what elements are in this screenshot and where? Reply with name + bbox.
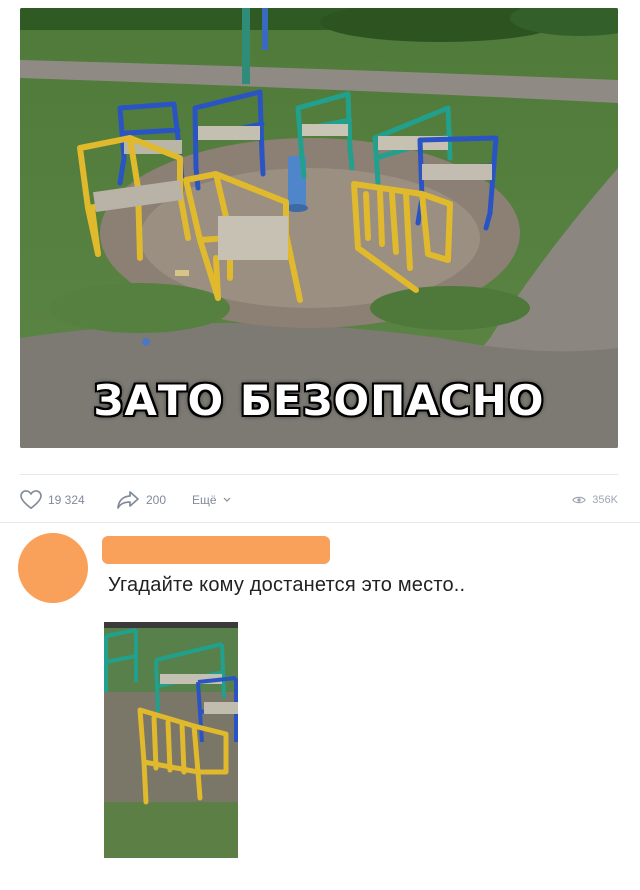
avatar[interactable] bbox=[18, 533, 88, 603]
divider bbox=[0, 522, 640, 523]
view-count: 356K bbox=[592, 494, 618, 506]
author-name-redacted[interactable] bbox=[102, 536, 330, 564]
like-count: 19 324 bbox=[48, 493, 85, 507]
chevron-down-icon bbox=[223, 497, 230, 502]
post-photo[interactable]: ЗАТО БЕЗОПАСНО bbox=[20, 8, 618, 448]
eye-icon bbox=[572, 496, 587, 504]
more-menu-button[interactable]: Ещё bbox=[192, 488, 231, 512]
post-actions-bar: 19 324 200 Ещё 356K bbox=[20, 488, 618, 512]
divider bbox=[20, 474, 618, 475]
heart-icon bbox=[20, 490, 42, 510]
like-button[interactable]: 19 324 bbox=[20, 488, 85, 512]
meme-caption: ЗАТО БЕЗОПАСНО bbox=[93, 376, 545, 425]
comment-text: Угадайте кому достанется это место.. bbox=[108, 574, 466, 596]
share-arrow-icon bbox=[117, 491, 139, 509]
views-counter: 356K bbox=[572, 488, 618, 512]
share-button[interactable]: 200 bbox=[116, 488, 166, 512]
comment-attachment-photo[interactable] bbox=[104, 622, 238, 858]
yellow-chair-illustration bbox=[104, 622, 238, 858]
share-count: 200 bbox=[146, 493, 167, 507]
more-label: Ещё bbox=[192, 493, 217, 507]
